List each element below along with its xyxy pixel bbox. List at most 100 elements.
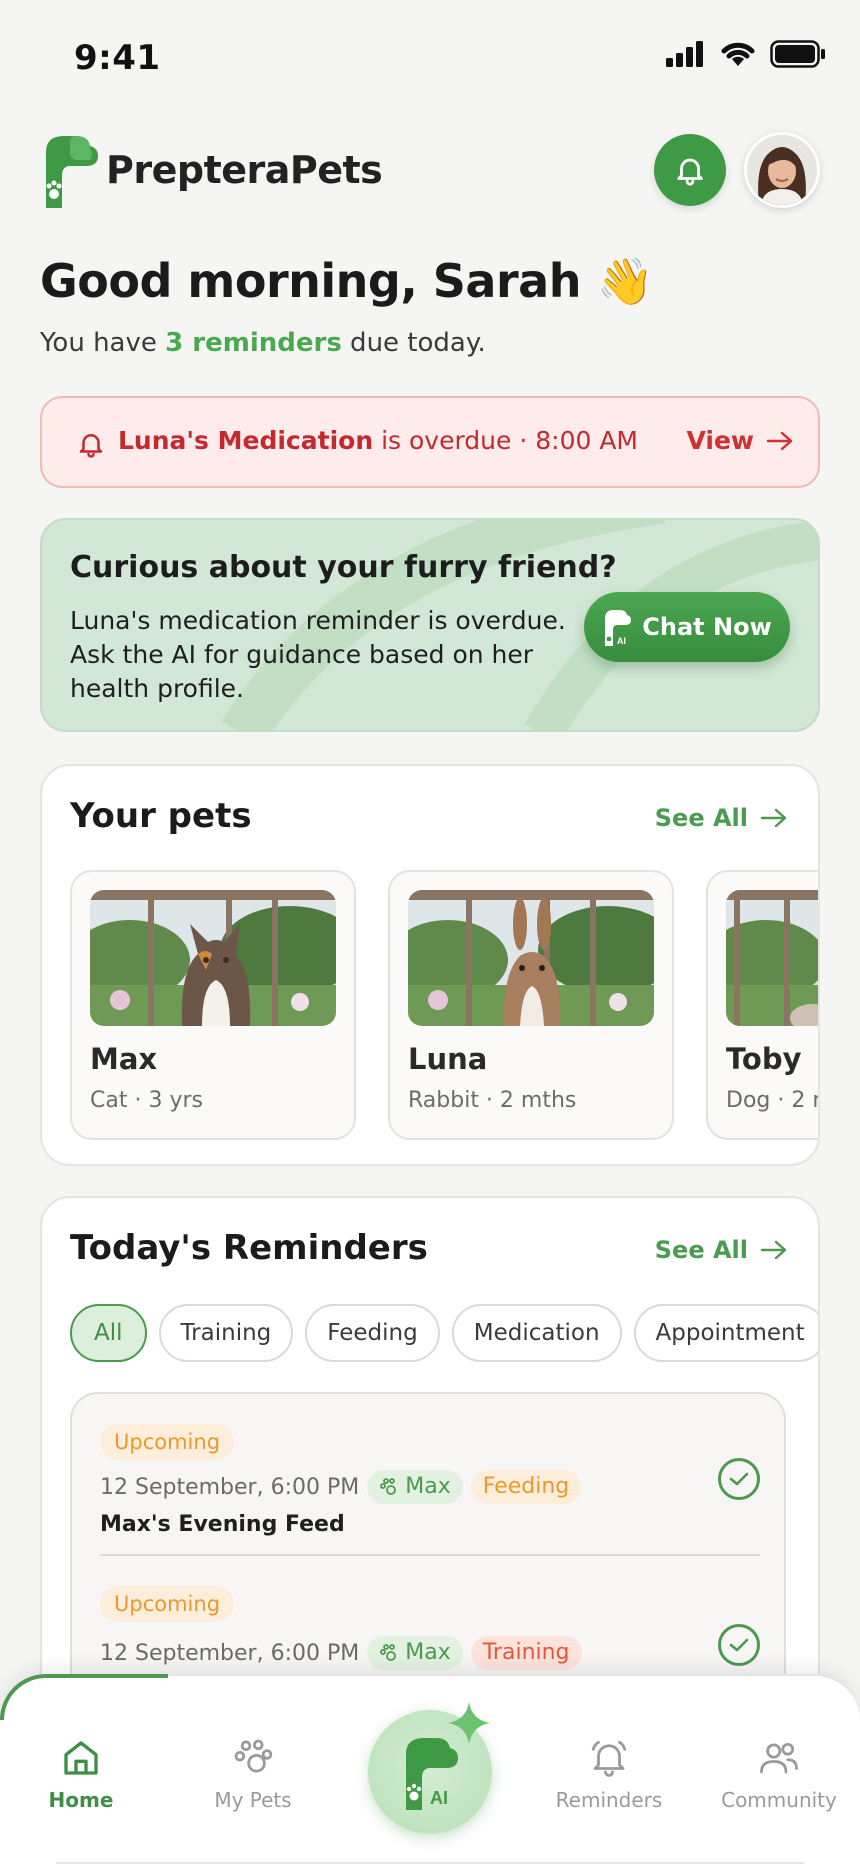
nav-my-pets-label: My Pets: [214, 1788, 292, 1812]
nav-community-label: Community: [721, 1788, 837, 1812]
overdue-alert-banner[interactable]: Luna's Medication is overdue · 8:00 AM V…: [40, 396, 820, 488]
nav-active-accent: [0, 1674, 168, 1720]
cellular-signal-icon: [666, 41, 703, 67]
category-tag: Feeding: [470, 1470, 582, 1504]
reminders-see-all-link[interactable]: See All: [655, 1236, 788, 1264]
status-icons: [666, 40, 826, 68]
alert-medication-name: Luna's Medication: [118, 426, 374, 455]
pet-photo-toby: [726, 890, 818, 1026]
reminders-section-title: Today's Reminders: [70, 1228, 428, 1268]
pet-tag: Max: [367, 1470, 463, 1504]
alert-detail: is overdue · 8:00 AM: [373, 426, 638, 455]
promo-body: Luna's medication reminder is overdue. A…: [70, 606, 566, 703]
bell-icon: [591, 1740, 627, 1777]
chip-training[interactable]: Training: [158, 1304, 294, 1362]
notifications-button[interactable]: [654, 134, 726, 206]
status-time: 9:41: [74, 38, 161, 78]
pet-tag: Max: [367, 1636, 463, 1670]
paw-icon: [234, 1739, 273, 1773]
arrow-right-icon: [760, 1240, 787, 1260]
pet-photo-luna: [408, 890, 654, 1026]
app-header: PrepteraPets: [40, 132, 820, 212]
reminder-divider: [100, 1554, 760, 1556]
reminders-see-all-label: See All: [654, 1236, 748, 1264]
rabbit-photo-image: [408, 890, 654, 1026]
wifi-icon: [721, 42, 755, 66]
nav-reminders[interactable]: Reminders: [534, 1736, 684, 1812]
nav-my-pets[interactable]: My Pets: [178, 1736, 328, 1812]
pet-tag-label: Max: [405, 1640, 451, 1665]
avatar-image: [747, 135, 817, 205]
complete-reminder-button[interactable]: [718, 1624, 760, 1666]
check-icon: [729, 1638, 749, 1652]
your-pets-card: Your pets See All Max Cat · 3 yrs Luna R…: [40, 764, 820, 1166]
check-icon: [729, 1472, 749, 1486]
brand-name: PrepteraPets: [106, 148, 383, 192]
pet-meta: Cat · 3 yrs: [90, 1088, 203, 1113]
reminder-item[interactable]: Upcoming 12 September, 6:00 PM Max Feedi…: [100, 1424, 760, 1544]
pet-tag-label: Max: [405, 1474, 451, 1499]
nav-community[interactable]: Community: [704, 1736, 854, 1812]
ai-promo-card: Curious about your furry friend? Luna's …: [40, 518, 820, 732]
pet-tile-max[interactable]: Max Cat · 3 yrs: [70, 870, 356, 1140]
chip-all[interactable]: All: [70, 1304, 147, 1362]
greeting-title: Good morning, Sarah 👋: [40, 254, 654, 308]
promo-title: Curious about your furry friend?: [70, 550, 617, 585]
pet-tile-luna[interactable]: Luna Rabbit · 2 mths: [388, 870, 674, 1140]
subtitle-suffix: due today.: [341, 328, 486, 358]
bell-icon: [677, 158, 703, 186]
reminder-list: Upcoming 12 September, 6:00 PM Max Feedi…: [70, 1392, 786, 1714]
ai-logo-icon: AI: [605, 610, 632, 646]
pet-meta: Rabbit · 2 mths: [408, 1088, 577, 1113]
prepterapets-logo-icon: [46, 136, 98, 208]
category-tag: Training: [470, 1636, 582, 1670]
reminder-meta-row: 12 September, 6:00 PM Max Training: [100, 1636, 582, 1670]
sparkle-icon: [448, 1702, 490, 1744]
chip-medication[interactable]: Medication: [451, 1304, 622, 1362]
user-avatar[interactable]: [744, 132, 820, 208]
alert-bell-icon: [79, 434, 103, 458]
community-icon: [760, 1742, 798, 1774]
nav-reminders-label: Reminders: [555, 1788, 663, 1812]
ai-label: AI: [430, 1788, 448, 1808]
chat-now-label: Chat Now: [642, 613, 772, 641]
reminder-count-highlight: 3 reminders: [165, 328, 342, 358]
home-icon: [64, 1741, 98, 1775]
chat-now-button[interactable]: AI Chat Now: [584, 592, 790, 662]
alert-message: Luna's Medication is overdue · 8:00 AM: [118, 426, 638, 455]
complete-reminder-button[interactable]: [718, 1458, 760, 1500]
arrow-right-icon: [760, 808, 787, 828]
paw-icon: [380, 1478, 397, 1495]
arrow-right-icon: [766, 431, 793, 450]
alert-view-label: View: [686, 426, 754, 455]
pets-see-all-label: See All: [654, 804, 748, 832]
alert-view-link[interactable]: View: [686, 426, 794, 455]
pet-name: Toby: [726, 1042, 802, 1076]
nav-home-label: Home: [48, 1788, 114, 1812]
app-screen: 9:41 PrepteraPets Good morning, Sarah 👋 …: [0, 0, 860, 1864]
todays-reminders-card: Today's Reminders See All All Training F…: [40, 1196, 820, 1716]
pets-section-title: Your pets: [70, 796, 252, 836]
pet-name: Max: [90, 1042, 158, 1076]
dog-photo-image: [726, 890, 818, 1026]
nav-home[interactable]: Home: [6, 1736, 156, 1812]
reminder-filter-chips: All Training Feeding Medication Appointm…: [70, 1304, 818, 1362]
pet-photo-max: [90, 890, 336, 1026]
chip-appointment[interactable]: Appointment: [633, 1304, 818, 1362]
status-badge: Upcoming: [100, 1424, 235, 1460]
pet-name: Luna: [408, 1042, 488, 1076]
pet-tile-toby[interactable]: Toby Dog · 2 m: [706, 870, 818, 1140]
status-bar: 9:41: [0, 30, 860, 84]
reminder-meta-row: 12 September, 6:00 PM Max Feeding: [100, 1470, 582, 1504]
reminder-date: 12 September, 6:00 PM: [100, 1474, 360, 1500]
greeting-subtitle: You have 3 reminders due today.: [40, 328, 486, 358]
reminder-date: 12 September, 6:00 PM: [100, 1640, 360, 1666]
subtitle-prefix: You have: [40, 328, 166, 358]
chip-feeding[interactable]: Feeding: [305, 1304, 440, 1362]
paw-icon: [380, 1644, 397, 1661]
ai-badge-text: AI: [617, 636, 626, 646]
status-badge: Upcoming: [100, 1586, 235, 1622]
reminder-title: Max's Evening Feed: [100, 1512, 345, 1537]
pets-see-all-link[interactable]: See All: [655, 804, 788, 832]
cat-photo-image: [90, 890, 336, 1026]
